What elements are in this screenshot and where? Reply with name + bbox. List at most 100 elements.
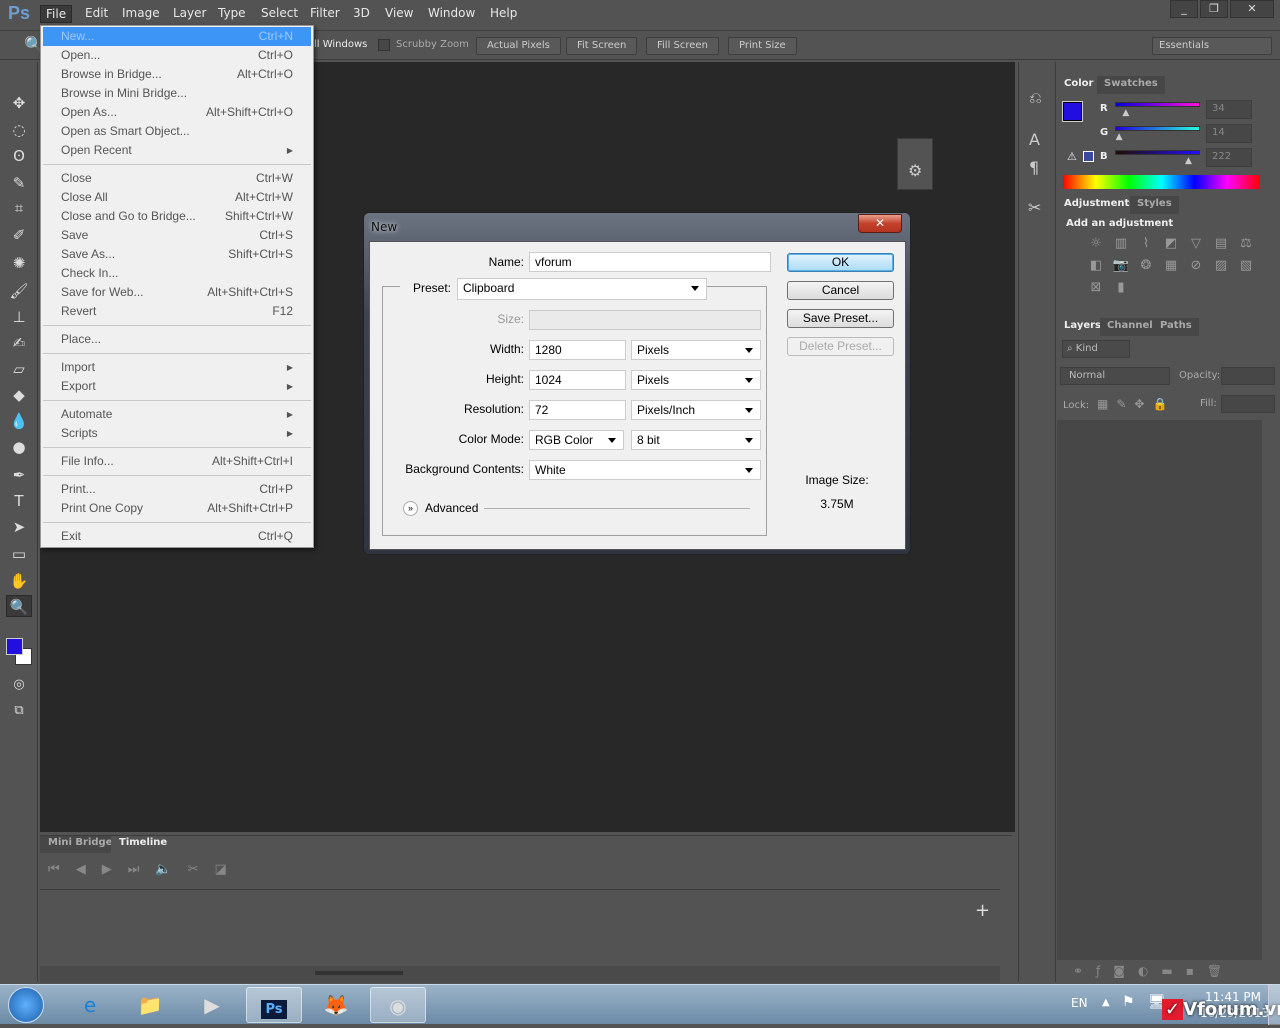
- channel-mixer-adjustment-icon[interactable]: ❂: [1137, 259, 1155, 273]
- advanced-label[interactable]: Advanced: [425, 501, 478, 515]
- g-slider[interactable]: [1115, 126, 1200, 131]
- tab-timeline[interactable]: Timeline: [111, 836, 176, 853]
- history-icon[interactable]: ⎌: [1029, 88, 1042, 108]
- brush-tool-icon[interactable]: 🖌: [6, 280, 32, 302]
- color-spectrum-ramp[interactable]: [1063, 175, 1260, 189]
- lasso-tool-icon[interactable]: ʘ: [6, 145, 32, 167]
- zoom-slider[interactable]: [315, 971, 403, 975]
- background-contents-select[interactable]: White: [529, 460, 761, 480]
- media-player-icon[interactable]: ▶: [184, 987, 240, 1023]
- firefox-icon[interactable]: 🦊: [308, 987, 364, 1023]
- zoom-tool-icon[interactable]: 🔍: [6, 595, 32, 617]
- menu-layer[interactable]: Layer: [168, 5, 211, 21]
- height-unit-select[interactable]: Pixels: [631, 370, 761, 390]
- invert-adjustment-icon[interactable]: ⊘: [1187, 259, 1205, 273]
- menu-item-open-recent[interactable]: Open Recent ▶: [43, 141, 311, 160]
- color-mode-select[interactable]: RGB Color: [529, 430, 624, 450]
- foreground-color-swatch[interactable]: [6, 638, 23, 655]
- menu-item-scripts[interactable]: Scripts ▶: [43, 424, 311, 443]
- menu-item-automate[interactable]: Automate ▶: [43, 405, 311, 424]
- paragraph-icon[interactable]: ¶: [1029, 158, 1039, 177]
- vibrance-adjustment-icon[interactable]: ▽: [1187, 237, 1205, 251]
- paint-bucket-tool-icon[interactable]: ◆: [6, 384, 32, 406]
- history-brush-tool-icon[interactable]: ✍: [6, 332, 32, 354]
- foreground-color-swatch[interactable]: [1062, 101, 1083, 122]
- clone-stamp-tool-icon[interactable]: ⊥: [6, 306, 32, 328]
- dodge-tool-icon[interactable]: ●: [6, 436, 32, 458]
- tab-swatches[interactable]: Swatches: [1097, 76, 1165, 94]
- fill-screen-button[interactable]: Fill Screen: [646, 37, 719, 55]
- panel-icon[interactable]: ⚙: [908, 161, 922, 180]
- dialog-close-button[interactable]: ✕: [858, 214, 902, 233]
- resolution-unit-select[interactable]: Pixels/Inch: [631, 400, 761, 420]
- width-input[interactable]: 1280: [529, 340, 626, 360]
- menu-view[interactable]: View: [380, 5, 418, 21]
- b-value-input[interactable]: 222: [1206, 148, 1252, 167]
- menu-item-open-as-smart-object[interactable]: Open as Smart Object...: [43, 122, 311, 141]
- pen-tool-icon[interactable]: ✒: [6, 464, 32, 486]
- menu-window[interactable]: Window: [423, 5, 480, 21]
- screen-mode-icon[interactable]: ⧉: [6, 700, 32, 722]
- blend-mode-select[interactable]: Normal: [1060, 367, 1170, 385]
- add-media-button[interactable]: +: [975, 900, 990, 921]
- advanced-expand-icon[interactable]: »: [403, 501, 418, 516]
- color-balance-adjustment-icon[interactable]: ⚖: [1237, 237, 1255, 251]
- character-icon[interactable]: A: [1029, 130, 1040, 149]
- rectangle-tool-icon[interactable]: ▭: [6, 543, 32, 565]
- menu-item-open[interactable]: Open... Ctrl+O: [43, 46, 311, 65]
- width-unit-select[interactable]: Pixels: [631, 340, 761, 360]
- menu-select[interactable]: Select: [256, 5, 303, 21]
- name-input[interactable]: vforum: [529, 252, 771, 272]
- restore-button[interactable]: ❐: [1200, 0, 1228, 18]
- menu-item-close[interactable]: Close Ctrl+W: [43, 169, 311, 188]
- menu-3d[interactable]: 3D: [348, 5, 375, 21]
- start-button[interactable]: [8, 987, 44, 1023]
- color-lookup-adjustment-icon[interactable]: ▦: [1162, 259, 1180, 273]
- black-white-adjustment-icon[interactable]: ◧: [1087, 259, 1105, 273]
- menu-item-print-one-copy[interactable]: Print One Copy Alt+Shift+Ctrl+P: [43, 499, 311, 518]
- show-desktop-button[interactable]: [1268, 985, 1280, 1025]
- height-input[interactable]: 1024: [529, 370, 626, 390]
- g-value-input[interactable]: 14: [1206, 124, 1252, 143]
- hand-tool-icon[interactable]: ✋: [6, 570, 32, 592]
- fit-screen-button[interactable]: Fit Screen: [566, 37, 638, 55]
- curves-adjustment-icon[interactable]: ⌇: [1137, 237, 1155, 251]
- move-tool-icon[interactable]: ✥: [6, 92, 32, 114]
- language-indicator[interactable]: EN: [1071, 996, 1088, 1010]
- scrubby-zoom-checkbox[interactable]: [378, 39, 390, 51]
- menu-item-exit[interactable]: Exit Ctrl+Q: [43, 527, 311, 546]
- menu-item-file-info[interactable]: File Info... Alt+Shift+Ctrl+I: [43, 452, 311, 471]
- workspace-select[interactable]: Essentials: [1152, 37, 1272, 55]
- menu-edit[interactable]: Edit: [80, 5, 113, 21]
- file-explorer-icon[interactable]: 📁: [122, 987, 178, 1023]
- hue-saturation-adjustment-icon[interactable]: ▤: [1212, 237, 1230, 251]
- gamut-warning-icon[interactable]: ⚠: [1067, 150, 1077, 163]
- r-slider-thumb[interactable]: ▲: [1122, 108, 1129, 118]
- eraser-tool-icon[interactable]: ▱: [6, 358, 32, 380]
- quick-selection-tool-icon[interactable]: ✎: [6, 172, 32, 194]
- close-button[interactable]: ✕: [1230, 0, 1274, 18]
- blur-tool-icon[interactable]: 💧: [6, 410, 32, 432]
- menu-item-browse-in-bridge[interactable]: Browse in Bridge... Alt+Ctrl+O: [43, 65, 311, 84]
- menu-image[interactable]: Image: [117, 5, 165, 21]
- b-slider-thumb[interactable]: ▲: [1185, 156, 1192, 166]
- chrome-icon[interactable]: ◉: [370, 987, 426, 1023]
- menu-help[interactable]: Help: [485, 5, 522, 21]
- preset-select[interactable]: Clipboard: [457, 278, 707, 300]
- menu-type[interactable]: Type: [213, 5, 251, 21]
- threshold-adjustment-icon[interactable]: ▧: [1237, 259, 1255, 273]
- menu-item-export[interactable]: Export ▶: [43, 377, 311, 396]
- menu-file[interactable]: File: [40, 5, 73, 23]
- tab-color[interactable]: Color: [1057, 76, 1101, 94]
- spot-healing-tool-icon[interactable]: ✺: [6, 252, 32, 274]
- crop-tool-icon[interactable]: ⌗: [6, 197, 32, 219]
- save-preset-button[interactable]: Save Preset...: [787, 309, 894, 328]
- menu-item-close-and-go-to-bridge[interactable]: Close and Go to Bridge... Shift+Ctrl+W: [43, 207, 311, 226]
- resize-all-windows-label[interactable]: ll Windows: [314, 39, 367, 50]
- quick-mask-icon[interactable]: ◎: [6, 674, 32, 696]
- resolution-input[interactable]: 72: [529, 400, 626, 420]
- selective-color-adjustment-icon[interactable]: ⊠: [1087, 281, 1105, 295]
- cancel-button[interactable]: Cancel: [787, 281, 894, 300]
- bit-depth-select[interactable]: 8 bit: [631, 430, 761, 450]
- menu-item-save-as[interactable]: Save As... Shift+Ctrl+S: [43, 245, 311, 264]
